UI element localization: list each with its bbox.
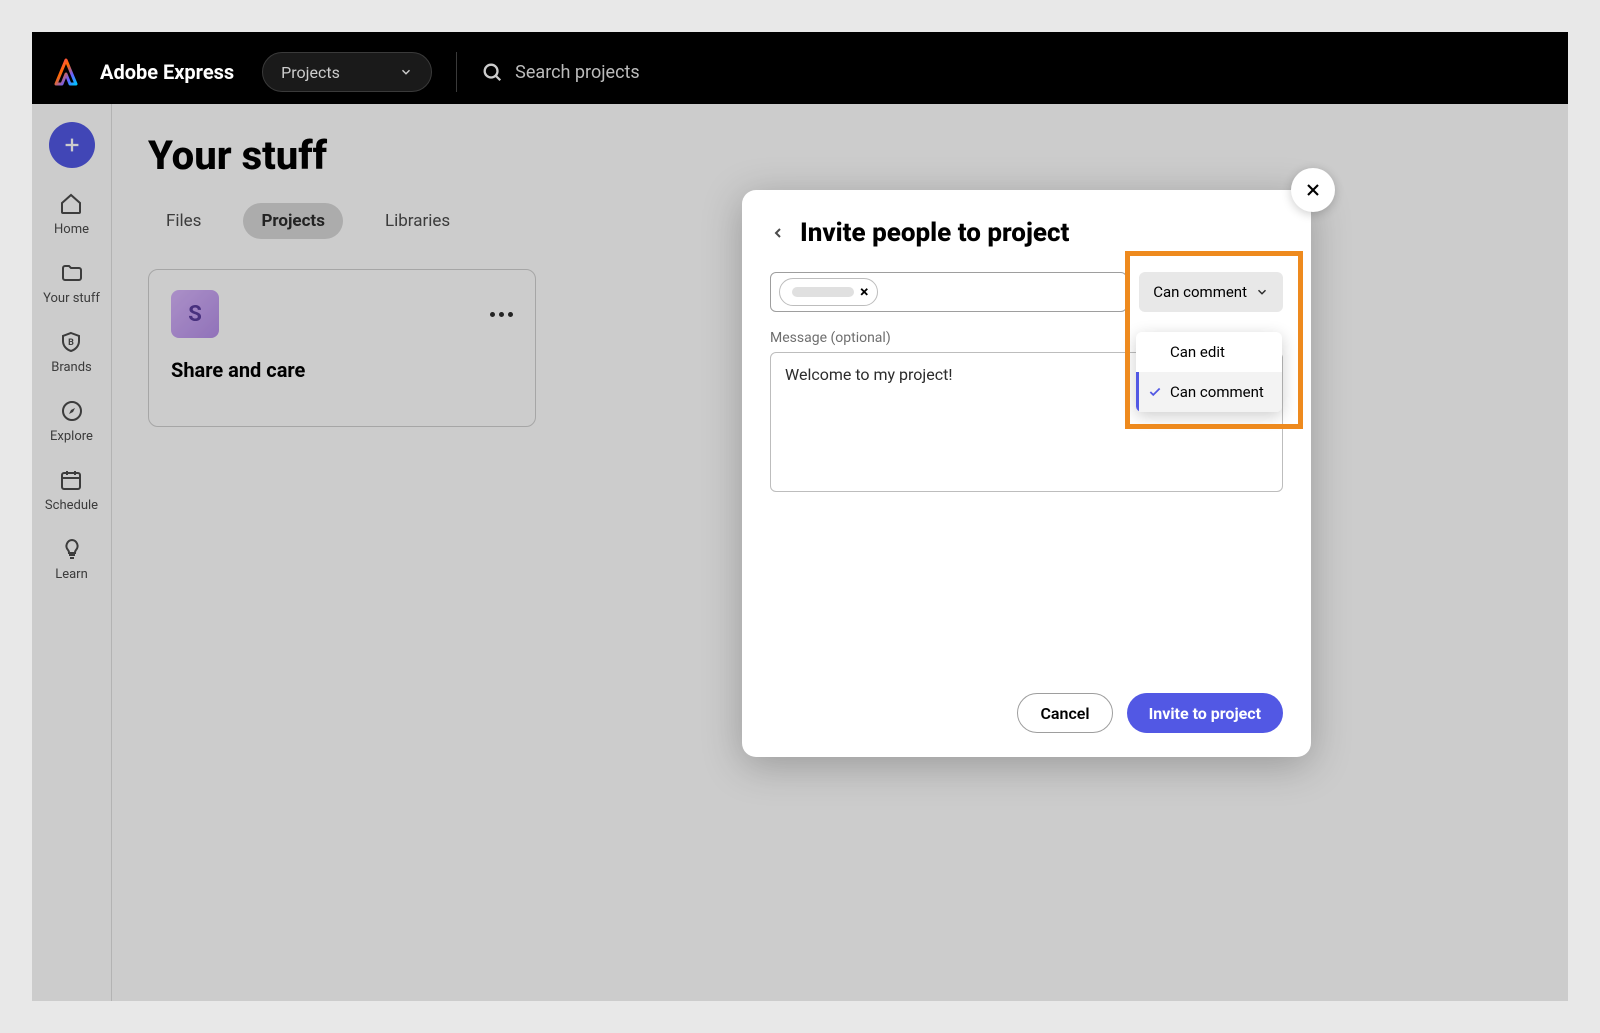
invitee-input[interactable]: × <box>770 272 1127 312</box>
permission-option-edit[interactable]: Can edit <box>1136 332 1282 372</box>
invitee-chip[interactable]: × <box>779 278 878 306</box>
search-input[interactable]: Search projects <box>481 61 640 83</box>
adobe-logo-icon <box>48 54 84 90</box>
cancel-button[interactable]: Cancel <box>1017 693 1112 733</box>
context-dropdown[interactable]: Projects <box>262 52 432 92</box>
permission-option-comment[interactable]: Can comment <box>1136 372 1282 412</box>
invite-button[interactable]: Invite to project <box>1127 693 1283 733</box>
check-icon <box>1148 385 1162 399</box>
top-bar: Adobe Express Projects Search projects <box>32 40 1568 104</box>
permission-label: Can comment <box>1153 283 1247 301</box>
search-placeholder: Search projects <box>515 62 640 83</box>
chevron-down-icon <box>1255 285 1269 299</box>
dropdown-label: Projects <box>281 63 340 82</box>
close-modal-button[interactable] <box>1291 168 1335 212</box>
separator <box>456 52 457 92</box>
permission-menu: Can edit Can comment <box>1136 332 1282 412</box>
option-label: Can comment <box>1170 383 1264 401</box>
search-icon <box>481 61 503 83</box>
close-icon <box>1303 180 1323 200</box>
brand-name: Adobe Express <box>100 60 234 84</box>
chevron-down-icon <box>399 65 413 79</box>
invite-modal: Invite people to project × Can comment M… <box>742 190 1311 757</box>
chevron-left-icon[interactable] <box>770 225 786 241</box>
invitee-chip-text <box>792 287 854 297</box>
option-label: Can edit <box>1170 343 1225 361</box>
permission-dropdown[interactable]: Can comment <box>1139 272 1283 312</box>
close-icon[interactable]: × <box>860 284 869 300</box>
modal-title: Invite people to project <box>800 218 1069 248</box>
